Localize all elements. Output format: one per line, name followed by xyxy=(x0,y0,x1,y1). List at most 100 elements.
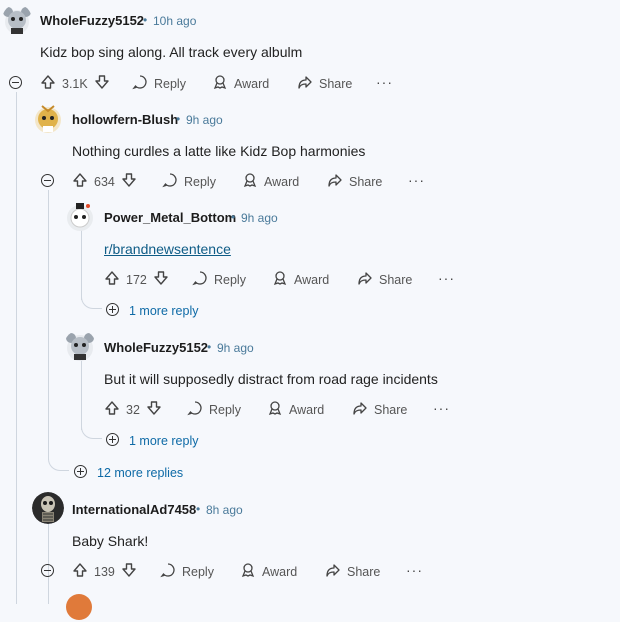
award-label: Award xyxy=(264,174,300,189)
comment-timestamp[interactable]: 9h ago xyxy=(186,113,223,127)
share-label: Share xyxy=(347,564,381,579)
thread-line-root xyxy=(16,92,17,604)
more-options-button[interactable]: ··· xyxy=(438,270,455,286)
reply-button[interactable]: Reply xyxy=(132,74,186,93)
collapse-thread-button[interactable] xyxy=(41,564,54,577)
vote-count: 172 xyxy=(126,272,147,287)
share-icon xyxy=(327,172,343,191)
more-options-button[interactable]: ··· xyxy=(376,74,393,90)
share-icon xyxy=(325,562,341,581)
comment-author[interactable]: WholeFuzzy5152 xyxy=(104,340,208,355)
upvote-icon[interactable] xyxy=(40,74,56,93)
expand-replies-icon[interactable] xyxy=(106,303,119,316)
award-button[interactable]: Award xyxy=(242,172,299,191)
downvote-icon[interactable] xyxy=(153,270,169,289)
vote-count: 32 xyxy=(126,402,140,417)
reply-label: Reply xyxy=(214,272,246,287)
reply-button[interactable]: Reply xyxy=(187,400,241,419)
more-replies-link[interactable]: 12 more replies xyxy=(97,466,183,480)
comment-bubble-icon xyxy=(192,270,208,289)
comment-body: But it will supposedly distract from roa… xyxy=(104,371,438,387)
share-icon xyxy=(357,270,373,289)
upvote-icon[interactable] xyxy=(72,562,88,581)
thread-elbow-level1 xyxy=(48,440,69,471)
subreddit-link[interactable]: r/brandnewsentence xyxy=(104,241,231,257)
share-button[interactable]: Share xyxy=(325,562,380,581)
more-options-button[interactable]: ··· xyxy=(408,172,425,188)
comment-author[interactable]: WholeFuzzy5152 xyxy=(40,13,144,28)
reply-label: Reply xyxy=(184,174,216,189)
separator-dot: • xyxy=(207,340,212,354)
separator-dot: • xyxy=(143,13,148,27)
award-icon xyxy=(272,270,288,289)
share-button[interactable]: Share xyxy=(327,172,382,191)
reply-label: Reply xyxy=(154,76,186,91)
award-icon xyxy=(212,74,228,93)
award-label: Award xyxy=(294,272,330,287)
reply-label: Reply xyxy=(209,402,241,417)
share-button[interactable]: Share xyxy=(352,400,407,419)
reply-button[interactable]: Reply xyxy=(162,172,216,191)
vote-count: 634 xyxy=(94,174,115,189)
downvote-icon[interactable] xyxy=(121,172,137,191)
thread-line-level1 xyxy=(48,190,49,460)
vote-group: 634 xyxy=(72,172,137,191)
share-label: Share xyxy=(374,402,408,417)
award-button[interactable]: Award xyxy=(212,74,269,93)
upvote-icon[interactable] xyxy=(104,400,120,419)
share-label: Share xyxy=(379,272,413,287)
more-replies-link[interactable]: 1 more reply xyxy=(129,434,198,448)
downvote-icon[interactable] xyxy=(146,400,162,419)
share-icon xyxy=(352,400,368,419)
comment-body: Kidz bop sing along. All track every alb… xyxy=(40,44,303,60)
more-options-button[interactable]: ··· xyxy=(406,562,423,578)
comment-bubble-icon xyxy=(132,74,148,93)
avatar[interactable] xyxy=(64,200,96,232)
collapse-thread-button[interactable] xyxy=(9,76,22,89)
award-icon xyxy=(267,400,283,419)
share-button[interactable]: Share xyxy=(357,270,412,289)
thread-elbow-c3 xyxy=(81,290,102,309)
share-button[interactable]: Share xyxy=(297,74,352,93)
comment-timestamp[interactable]: 9h ago xyxy=(217,341,254,355)
comment-body: Nothing curdles a latte like Kidz Bop ha… xyxy=(72,143,366,159)
avatar[interactable] xyxy=(64,330,96,362)
more-replies-link[interactable]: 1 more reply xyxy=(129,304,198,318)
comment-author[interactable]: Power_Metal_Bottom xyxy=(104,210,236,225)
expand-replies-icon[interactable] xyxy=(106,433,119,446)
award-icon xyxy=(242,172,258,191)
comment-author[interactable]: hollowfern-Blush xyxy=(72,112,178,127)
comment-timestamp[interactable]: 9h ago xyxy=(241,211,278,225)
share-label: Share xyxy=(349,174,383,189)
vote-group: 172 xyxy=(104,270,169,289)
downvote-icon[interactable] xyxy=(121,562,137,581)
award-button[interactable]: Award xyxy=(267,400,324,419)
vote-group: 32 xyxy=(104,400,162,419)
comment-bubble-icon xyxy=(187,400,203,419)
avatar[interactable] xyxy=(64,592,94,622)
award-label: Award xyxy=(234,76,270,91)
award-button[interactable]: Award xyxy=(240,562,297,581)
upvote-icon[interactable] xyxy=(104,270,120,289)
separator-dot: • xyxy=(231,210,236,224)
downvote-icon[interactable] xyxy=(94,74,110,93)
award-label: Award xyxy=(289,402,325,417)
avatar[interactable] xyxy=(32,102,64,134)
award-label: Award xyxy=(262,564,298,579)
award-icon xyxy=(240,562,256,581)
reply-button[interactable]: Reply xyxy=(192,270,246,289)
comment-timestamp[interactable]: 8h ago xyxy=(206,503,243,517)
collapse-thread-button[interactable] xyxy=(41,174,54,187)
expand-replies-icon[interactable] xyxy=(74,465,87,478)
comment-author[interactable]: InternationalAd7458 xyxy=(72,502,196,517)
more-options-button[interactable]: ··· xyxy=(433,400,450,416)
comment-timestamp[interactable]: 10h ago xyxy=(153,14,196,28)
avatar[interactable] xyxy=(32,492,64,524)
reply-button[interactable]: Reply xyxy=(160,562,214,581)
share-icon xyxy=(297,74,313,93)
comment-bubble-icon xyxy=(162,172,178,191)
vote-group: 3.1K xyxy=(40,74,110,93)
award-button[interactable]: Award xyxy=(272,270,329,289)
upvote-icon[interactable] xyxy=(72,172,88,191)
avatar[interactable] xyxy=(2,4,32,36)
